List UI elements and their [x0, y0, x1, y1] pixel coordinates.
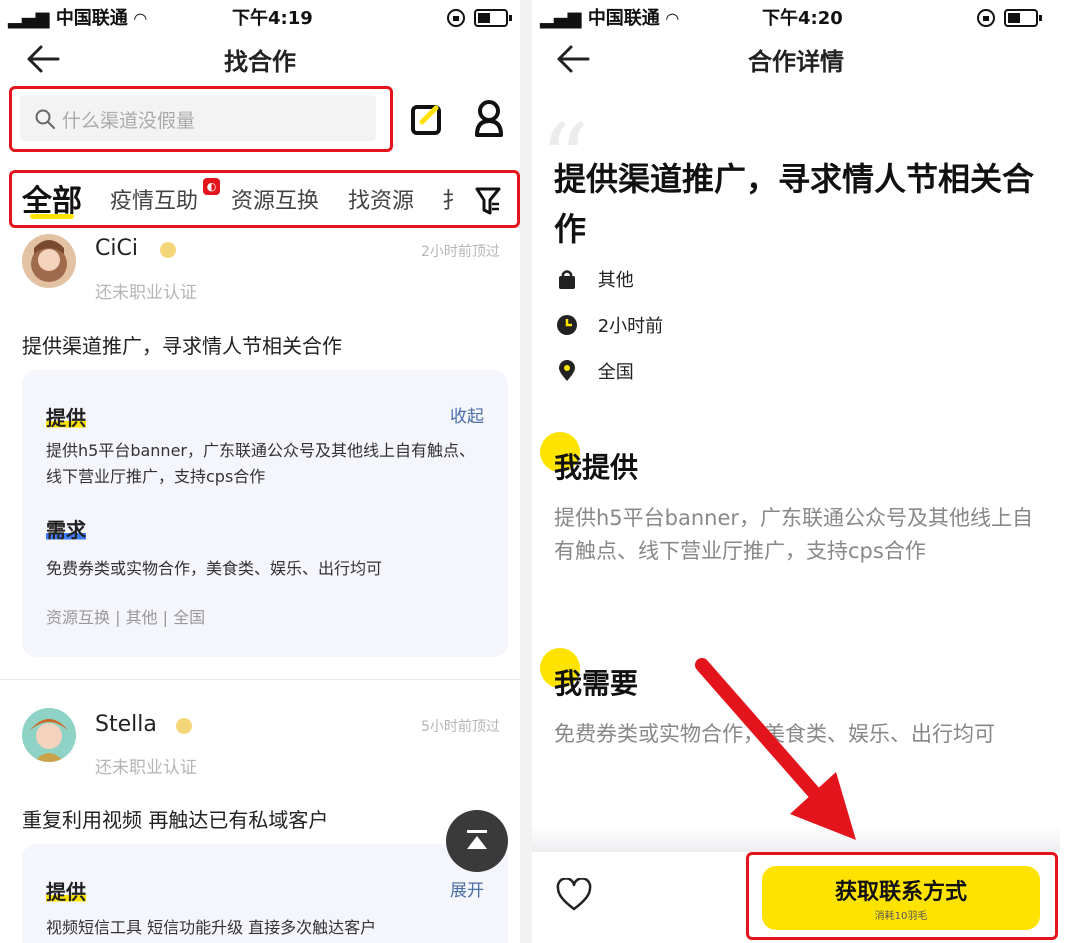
search-icon: [35, 109, 55, 129]
certification-status: 还未职业认证: [95, 758, 197, 778]
tab-label: 找资源: [348, 189, 415, 214]
list-screen: ▂▄▆ 中国联通 ◠ 下午4:19 找合作 什么渠道没假量 全部 疫情互助 ◐ …: [0, 0, 520, 943]
screen-divider: [520, 0, 532, 943]
vip-badge-icon: [160, 242, 176, 258]
tab-label: 疫情互助: [110, 189, 199, 214]
wifi-icon: ◠: [134, 9, 147, 28]
tab-find-resource[interactable]: 找资源: [348, 183, 414, 215]
vip-badge-icon: [176, 718, 192, 734]
post-divider: [0, 679, 520, 680]
rotation-lock-icon: [446, 8, 466, 32]
need-label: 需求: [46, 518, 86, 542]
certification-status: 还未职业认证: [95, 283, 197, 303]
status-bar-left: ▂▄▆ 中国联通 ◠: [8, 4, 146, 30]
search-placeholder: 什么渠道没假量: [62, 110, 196, 132]
arrow-up-icon: [467, 830, 487, 849]
hot-badge-icon: ◐: [203, 178, 220, 195]
search-input[interactable]: 什么渠道没假量: [20, 95, 376, 141]
expand-link[interactable]: 展开: [450, 876, 484, 901]
detail-screen: ▂▄▆ 中国联通 ◠ 下午4:20 合作详情 “ 提供渠道推广，寻求情人节相关合…: [532, 0, 1080, 943]
battery-icon: [474, 8, 514, 32]
active-tab-indicator: [30, 214, 74, 219]
avatar[interactable]: [22, 234, 76, 288]
status-time: 下午4:19: [232, 8, 313, 29]
post-detail-card[interactable]: 提供 收起 提供h5平台banner，广东联通公众号及其他线上自有触点、线下营业…: [22, 370, 508, 657]
tab-truncated[interactable]: 扌: [442, 183, 456, 215]
carrier-label: 中国联通: [55, 8, 128, 29]
tab-epidemic-aid[interactable]: 疫情互助: [110, 183, 198, 215]
offer-label: 提供: [46, 880, 86, 904]
post-edit-icon[interactable]: [410, 102, 444, 140]
offer-label: 提供: [46, 406, 86, 430]
filter-icon[interactable]: [474, 186, 502, 220]
annotation-arrow-icon: [695, 658, 856, 840]
offer-text: 提供h5平台banner，广东联通公众号及其他线上自有触点、线下营业厅推广，支持…: [46, 441, 475, 486]
signal-icon: ▂▄▆: [8, 8, 50, 29]
post-tags: 资源互换 | 其他 | 全国: [46, 608, 206, 627]
need-text: 免费券类或实物合作，美食类、娱乐、出行均可: [46, 559, 383, 578]
user-profile-icon[interactable]: [472, 99, 506, 143]
back-to-top-button[interactable]: [446, 810, 508, 872]
post-title[interactable]: 提供渠道推广，寻求情人节相关合作: [22, 330, 342, 359]
collapse-link[interactable]: 收起: [450, 402, 484, 427]
tab-resource-exchange[interactable]: 资源互换: [231, 183, 319, 215]
author-name[interactable]: CiCi: [95, 236, 138, 261]
post-title[interactable]: 重复利用视频 再触达已有私域客户: [22, 804, 328, 833]
post-detail-card[interactable]: 提供 展开 视频短信工具 短信功能升级 直接多次触达客户: [22, 844, 508, 943]
tab-label: 资源互换: [231, 189, 320, 214]
tab-label: 扌: [442, 189, 456, 214]
post-time: 5小时前顶过: [421, 719, 500, 735]
post-time: 2小时前顶过: [421, 244, 500, 260]
author-name[interactable]: Stella: [95, 712, 157, 737]
page-title: 找合作: [224, 48, 296, 76]
avatar[interactable]: [22, 708, 76, 762]
offer-text: 视频短信工具 短信功能升级 直接多次触达客户: [46, 918, 377, 937]
